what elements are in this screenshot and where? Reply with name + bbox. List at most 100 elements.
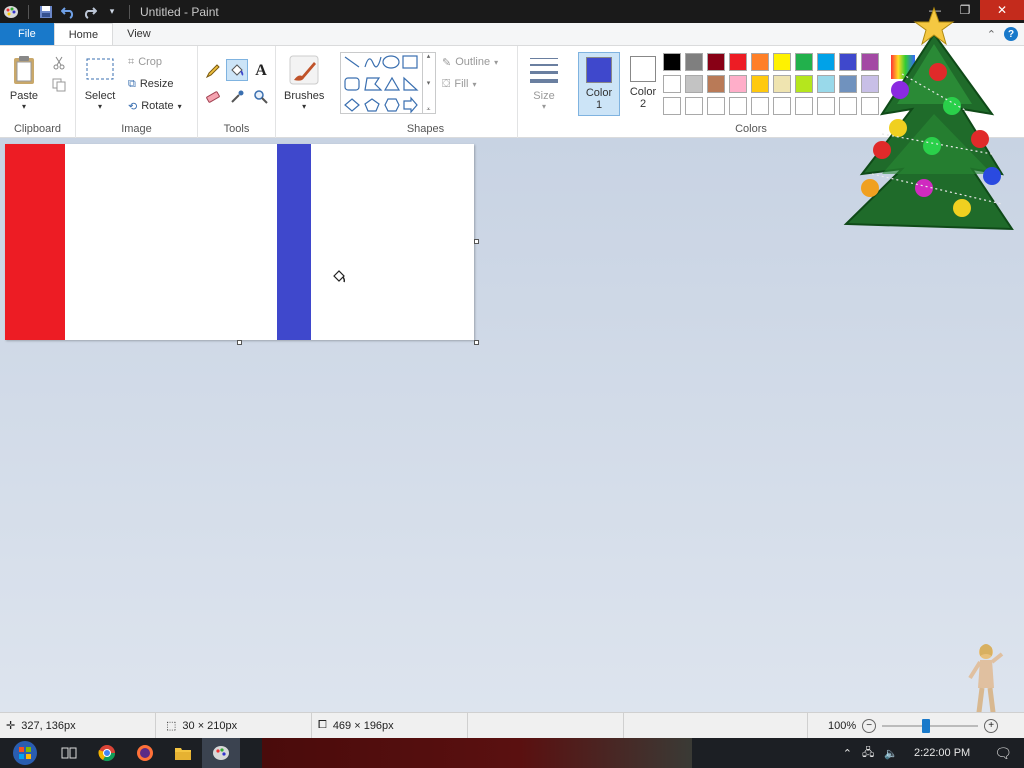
palette-swatch[interactable] — [707, 53, 725, 71]
cursor-position: ✛ 327, 136px — [0, 712, 156, 739]
text-tool-icon[interactable]: A — [250, 60, 272, 82]
action-center-icon[interactable]: 🗨 — [994, 745, 1012, 762]
palette-swatch[interactable] — [751, 53, 769, 71]
rounded-rectangle-shape-icon[interactable] — [344, 77, 360, 91]
volume-icon[interactable]: 🔈 — [884, 747, 898, 760]
oval-shape-icon[interactable] — [382, 55, 400, 69]
palette-swatch[interactable] — [817, 75, 835, 93]
diamond-shape-icon[interactable] — [344, 98, 360, 112]
resize-handle-corner[interactable] — [474, 340, 479, 345]
paint-taskbar-button[interactable] — [202, 738, 240, 768]
image-size-text: 469 × 196px — [332, 719, 394, 732]
shapes-scroll[interactable]: ▴ ▾ ⩡ — [422, 52, 434, 114]
rectangle-shape-icon[interactable] — [402, 55, 418, 69]
tab-view[interactable]: View — [113, 23, 165, 45]
palette-swatch[interactable] — [751, 97, 769, 115]
palette-swatch[interactable] — [663, 75, 681, 93]
arrow-shape-icon[interactable] — [403, 96, 418, 113]
palette-swatch[interactable] — [707, 97, 725, 115]
pencil-icon[interactable] — [202, 60, 224, 82]
hexagon-shape-icon[interactable] — [384, 98, 400, 112]
task-view-button[interactable] — [50, 738, 88, 768]
palette-swatch[interactable] — [817, 97, 835, 115]
palette-swatch[interactable] — [707, 75, 725, 93]
right-triangle-shape-icon[interactable] — [403, 76, 419, 91]
palette-swatch[interactable] — [751, 75, 769, 93]
start-button[interactable] — [0, 738, 50, 768]
size-button[interactable]: Size ▾ — [528, 54, 560, 111]
fill-button[interactable]: ⛋ Fill ▾ — [442, 74, 476, 94]
palette-swatch[interactable] — [663, 97, 681, 115]
line-shape-icon[interactable] — [344, 56, 360, 68]
resize-handle-right[interactable] — [474, 239, 479, 244]
paint-app-icon[interactable] — [2, 3, 20, 21]
expand-gallery-icon[interactable]: ⩡ — [427, 106, 431, 114]
network-icon[interactable]: 🖧 — [862, 744, 874, 763]
color2-button[interactable]: Color 2 — [622, 52, 664, 116]
outline-button[interactable]: ✎ Outline ▾ — [442, 52, 498, 72]
palette-swatch[interactable] — [729, 97, 747, 115]
palette-swatch[interactable] — [795, 97, 813, 115]
crop-icon: ⌗ — [128, 55, 135, 68]
brushes-button[interactable]: Brushes ▾ — [284, 54, 324, 111]
color1-button[interactable]: Color 1 — [578, 52, 620, 116]
eraser-icon[interactable] — [202, 86, 224, 108]
pentagon-shape-icon[interactable] — [364, 98, 380, 112]
palette-swatch[interactable] — [663, 53, 681, 71]
palette-swatch[interactable] — [685, 53, 703, 71]
show-hidden-icons-icon[interactable]: ⌃ — [843, 747, 852, 760]
palette-swatch[interactable] — [795, 53, 813, 71]
save-icon[interactable] — [37, 3, 55, 21]
zoom-out-icon[interactable]: − — [862, 718, 877, 733]
file-explorer-taskbar-button[interactable] — [164, 738, 202, 768]
palette-swatch[interactable] — [729, 53, 747, 71]
tab-file[interactable]: File — [0, 23, 54, 45]
zoom-slider-thumb[interactable] — [922, 718, 931, 733]
rotate-icon: ⟲ — [128, 100, 138, 113]
triangle-shape-icon[interactable] — [383, 76, 401, 91]
resize-button[interactable]: ⧉ Resize — [128, 74, 173, 94]
scroll-up-icon[interactable]: ▴ — [427, 52, 431, 60]
zoom-slider[interactable] — [882, 718, 979, 733]
palette-swatch[interactable] — [773, 97, 791, 115]
color-picker-icon[interactable] — [226, 86, 248, 108]
select-button[interactable]: Select ▾ — [84, 54, 116, 111]
taskbar: ⌃ 🖧 🔈 2:22:00 PM 🗨 — [0, 738, 1024, 768]
firefox-taskbar-button[interactable] — [126, 738, 164, 768]
cut-icon[interactable] — [48, 52, 70, 74]
palette-swatch[interactable] — [685, 97, 703, 115]
palette-swatch[interactable] — [729, 75, 747, 93]
crop-button[interactable]: ⌗ Crop — [128, 52, 162, 72]
copy-icon[interactable] — [48, 74, 70, 96]
outline-label: Outline — [455, 56, 491, 68]
color2-number: 2 — [639, 98, 647, 110]
chevron-down-icon: ▾ — [494, 57, 499, 67]
fill-bucket-icon[interactable] — [226, 59, 248, 81]
resize-handle-bottom[interactable] — [237, 340, 242, 345]
palette-swatch[interactable] — [795, 75, 813, 93]
drawing-canvas[interactable] — [5, 144, 474, 340]
palette-swatch[interactable] — [817, 53, 835, 71]
polygon-shape-icon[interactable] — [364, 77, 383, 91]
color1-label: Color — [585, 87, 613, 99]
undo-icon[interactable] — [59, 3, 77, 21]
palette-swatch[interactable] — [773, 75, 791, 93]
outline-icon: ✎ — [442, 56, 452, 69]
chrome-taskbar-button[interactable] — [88, 738, 126, 768]
chrome-icon — [98, 745, 116, 762]
customize-qat-icon[interactable]: ▾ — [103, 3, 121, 21]
cursor-position-text: 327, 136px — [21, 719, 76, 732]
scroll-down-icon[interactable]: ▾ — [427, 79, 431, 87]
window-title: Untitled - Paint — [140, 4, 219, 19]
curve-shape-icon[interactable] — [364, 56, 382, 68]
paste-button[interactable]: Paste ▾ — [8, 54, 40, 111]
image-size-icon: ⧠ — [318, 719, 327, 731]
rotate-button[interactable]: ⟲ Rotate ▾ — [128, 96, 182, 116]
redo-icon[interactable] — [81, 3, 99, 21]
tab-home[interactable]: Home — [53, 23, 114, 45]
palette-swatch[interactable] — [773, 53, 791, 71]
palette-swatch[interactable] — [685, 75, 703, 93]
magnifier-icon[interactable] — [250, 86, 272, 108]
clock[interactable]: 2:22:00 PM — [914, 747, 970, 759]
zoom-in-icon[interactable]: + — [984, 718, 999, 733]
